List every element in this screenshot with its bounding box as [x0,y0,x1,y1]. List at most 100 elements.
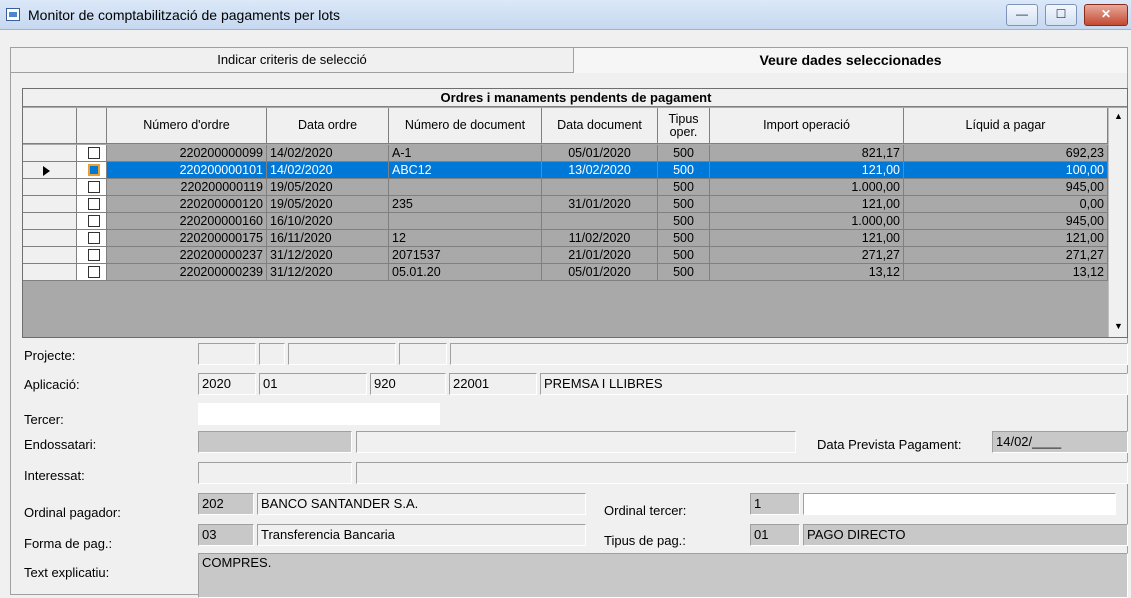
cell-operation-amount[interactable]: 1.000,00 [710,179,904,196]
cell-operation-type[interactable]: 500 [658,264,710,281]
row-checkbox[interactable] [88,232,100,244]
cell-document-date[interactable]: 11/02/2020 [542,230,658,247]
project-field-3[interactable] [288,343,396,365]
cell-document-date[interactable]: 31/01/2020 [542,196,658,213]
project-field-1[interactable] [198,343,256,365]
cell-document-number[interactable]: 2071537 [389,247,542,264]
cell-net-payable[interactable]: 692,23 [904,145,1108,162]
interested-code-field[interactable] [198,462,352,484]
cell-order-number[interactable]: 220200000239 [107,264,267,281]
table-row[interactable]: 220200000175 16/11/2020 12 11/02/2020 500 121… [23,230,1108,247]
table-row[interactable]: 220200000099 14/02/2020 A-1 05/01/2020 500 82… [23,145,1108,162]
row-indicator[interactable] [23,196,77,213]
cell-order-number[interactable]: 220200000099 [107,145,267,162]
row-indicator[interactable] [23,264,77,281]
cell-document-number[interactable]: ABC12 [389,162,542,179]
explanatory-text-field[interactable]: COMPRES. [198,553,1128,598]
cell-document-number[interactable]: A-1 [389,145,542,162]
table-row[interactable]: 220200000101 14/02/2020 ABC12 13/02/2020 500… [23,162,1108,179]
header-operation-type[interactable]: Tipus oper. [658,108,710,144]
row-checkbox[interactable] [88,198,100,210]
cell-order-date[interactable]: 19/05/2020 [267,196,389,213]
endorsee-code-field[interactable] [198,431,352,453]
cell-order-number[interactable]: 220200000237 [107,247,267,264]
payment-method-code-field[interactable]: 03 [198,524,254,546]
minimize-button[interactable]: — [1006,4,1038,26]
cell-net-payable[interactable]: 13,12 [904,264,1108,281]
application-organic-field[interactable]: 01 [259,373,367,395]
third-party-ordinal-name-field[interactable] [803,493,1116,515]
scroll-up-button[interactable]: ▲ [1110,108,1127,125]
cell-document-number[interactable] [389,179,542,196]
payer-ordinal-code-field[interactable]: 202 [198,493,254,515]
cell-operation-amount[interactable]: 271,27 [710,247,904,264]
cell-operation-type[interactable]: 500 [658,196,710,213]
cell-document-number[interactable] [389,213,542,230]
cell-order-date[interactable]: 16/10/2020 [267,213,389,230]
third-party-field[interactable] [198,403,440,425]
project-field-4[interactable] [399,343,447,365]
cell-order-number[interactable]: 220200000119 [107,179,267,196]
row-indicator[interactable] [23,179,77,196]
cell-order-date[interactable]: 16/11/2020 [267,230,389,247]
tab-selection-criteria[interactable]: Indicar criteris de selecció [10,47,573,73]
row-indicator[interactable] [23,247,77,264]
cell-operation-amount[interactable]: 121,00 [710,162,904,179]
endorsee-name-field[interactable] [356,431,796,453]
header-order-date[interactable]: Data ordre [267,108,389,144]
table-row[interactable]: 220200000120 19/05/2020 235 31/01/2020 500 12… [23,196,1108,213]
row-indicator[interactable] [23,213,77,230]
cell-operation-type[interactable]: 500 [658,145,710,162]
cell-net-payable[interactable]: 945,00 [904,213,1108,230]
project-field-2[interactable] [259,343,285,365]
table-row[interactable]: 220200000160 16/10/2020 500 1.000,00 945,00 [23,213,1108,230]
cell-document-date[interactable] [542,179,658,196]
table-row[interactable]: 220200000239 31/12/2020 05.01.20 05/01/2020… [23,264,1108,281]
cell-operation-type[interactable]: 500 [658,230,710,247]
header-operation-amount[interactable]: Import operació [710,108,904,144]
row-indicator[interactable] [23,230,77,247]
cell-order-date[interactable]: 14/02/2020 [267,145,389,162]
cell-order-date[interactable]: 31/12/2020 [267,247,389,264]
close-button[interactable]: ✕ [1084,4,1128,26]
cell-operation-amount[interactable]: 121,00 [710,230,904,247]
cell-order-date[interactable]: 31/12/2020 [267,264,389,281]
cell-document-date[interactable] [542,213,658,230]
cell-document-date[interactable]: 05/01/2020 [542,145,658,162]
cell-net-payable[interactable]: 945,00 [904,179,1108,196]
header-net-payable[interactable]: Líquid a pagar [904,108,1108,144]
payer-ordinal-name-field[interactable]: BANCO SANTANDER S.A. [257,493,586,515]
cell-document-number[interactable]: 235 [389,196,542,213]
cell-operation-amount[interactable]: 13,12 [710,264,904,281]
cell-operation-amount[interactable]: 121,00 [710,196,904,213]
row-indicator[interactable] [23,145,77,162]
cell-net-payable[interactable]: 271,27 [904,247,1108,264]
row-checkbox[interactable] [88,147,100,159]
cell-net-payable[interactable]: 100,00 [904,162,1108,179]
cell-order-number[interactable]: 220200000101 [107,162,267,179]
cell-operation-type[interactable]: 500 [658,162,710,179]
cell-net-payable[interactable]: 0,00 [904,196,1108,213]
cell-document-number[interactable]: 12 [389,230,542,247]
header-order-number[interactable]: Número d'ordre [107,108,267,144]
cell-operation-amount[interactable]: 821,17 [710,145,904,162]
cell-document-date[interactable]: 05/01/2020 [542,264,658,281]
project-field-5[interactable] [450,343,1128,365]
cell-operation-type[interactable]: 500 [658,179,710,196]
payment-method-name-field[interactable]: Transferencia Bancaria [257,524,586,546]
cell-document-number[interactable]: 05.01.20 [389,264,542,281]
application-description-field[interactable]: PREMSA I LLIBRES [540,373,1128,395]
cell-document-date[interactable]: 13/02/2020 [542,162,658,179]
row-checkbox[interactable] [88,266,100,278]
cell-order-date[interactable]: 19/05/2020 [267,179,389,196]
interested-name-field[interactable] [356,462,1128,484]
header-document-date[interactable]: Data document [542,108,658,144]
scroll-down-button[interactable]: ▼ [1110,318,1127,335]
cell-net-payable[interactable]: 121,00 [904,230,1108,247]
cell-document-date[interactable]: 21/01/2020 [542,247,658,264]
payment-type-name-field[interactable]: PAGO DIRECTO [803,524,1128,546]
application-year-field[interactable]: 2020 [198,373,256,395]
payment-type-code-field[interactable]: 01 [750,524,800,546]
table-row[interactable]: 220200000119 19/05/2020 500 1.000,00 945,00 [23,179,1108,196]
cell-order-date[interactable]: 14/02/2020 [267,162,389,179]
